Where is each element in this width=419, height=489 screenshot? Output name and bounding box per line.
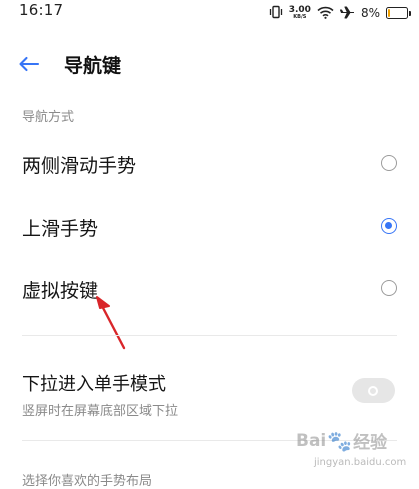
- section-label-gesture-layout: 选择你喜欢的手势布局: [22, 474, 153, 489]
- divider: [22, 335, 397, 336]
- one-hand-mode-subtitle: 竖屏时在屏幕底部区域下拉: [22, 404, 179, 419]
- watermark-logo-left: Bai: [296, 430, 327, 451]
- watermark-logo-right: 经验: [353, 433, 388, 453]
- one-hand-mode-row[interactable]: 下拉进入单手模式 竖屏时在屏幕底部区域下拉: [0, 362, 419, 422]
- watermark-url: jingyan.baidu.com: [314, 457, 407, 468]
- toggle-knob: [368, 385, 378, 396]
- one-hand-mode-toggle[interactable]: [352, 378, 395, 403]
- watermark-logo: Bai 🐾 经验: [296, 428, 388, 454]
- paw-icon: 🐾: [327, 428, 353, 453]
- one-hand-mode-title: 下拉进入单手模式: [22, 374, 166, 395]
